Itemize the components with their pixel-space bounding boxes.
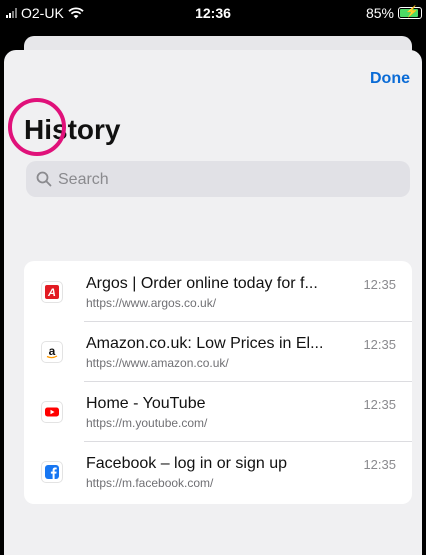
- history-list: A Argos | Order online today for f... ht…: [24, 261, 412, 504]
- argos-icon: A: [41, 281, 63, 303]
- history-item-url: https://m.youtube.com/: [86, 416, 208, 430]
- status-right: 85% ⚡: [366, 5, 422, 21]
- history-item-time: 12:35: [363, 457, 396, 472]
- history-item-title: Amazon.co.uk: Low Prices in El...: [86, 335, 324, 352]
- history-item-argos[interactable]: A Argos | Order online today for f... ht…: [24, 261, 412, 321]
- svg-text:A: A: [47, 287, 56, 299]
- search-input[interactable]: [56, 161, 390, 199]
- history-item-time: 12:35: [363, 397, 396, 412]
- history-item-title: Facebook – log in or sign up: [86, 455, 288, 472]
- amazon-icon: a: [41, 341, 63, 363]
- row-divider: [84, 381, 412, 382]
- history-item-youtube[interactable]: Home - YouTube https://m.youtube.com/ 12…: [24, 381, 412, 441]
- row-divider: [84, 441, 412, 442]
- history-item-time: 12:35: [363, 337, 396, 352]
- search-icon: [36, 171, 52, 187]
- history-item-title: Home - YouTube: [86, 395, 206, 412]
- history-item-amazon[interactable]: a Amazon.co.uk: Low Prices in El... http…: [24, 321, 412, 381]
- search-bar[interactable]: [26, 161, 410, 199]
- facebook-icon: [41, 461, 63, 483]
- history-item-url: https://www.amazon.co.uk/: [86, 356, 229, 370]
- history-item-facebook[interactable]: Facebook – log in or sign up https://m.f…: [24, 441, 412, 501]
- svg-text:a: a: [49, 344, 56, 358]
- row-divider: [84, 321, 412, 322]
- status-time: 12:36: [195, 5, 231, 21]
- history-item-url: https://www.argos.co.uk/: [86, 296, 217, 310]
- status-bar: O2-UK 12:36 85% ⚡: [0, 0, 426, 36]
- history-item-time: 12:35: [363, 277, 396, 292]
- done-button[interactable]: Done: [370, 70, 410, 88]
- page-title: History: [24, 114, 121, 145]
- battery-icon: ⚡: [398, 6, 422, 19]
- history-item-title: Argos | Order online today for f...: [86, 275, 318, 292]
- youtube-icon: [41, 401, 63, 423]
- history-sheet: Done History A Argos | Order online toda…: [4, 50, 422, 555]
- history-item-url: https://m.facebook.com/: [86, 476, 214, 490]
- battery-percent: 85%: [365, 5, 394, 21]
